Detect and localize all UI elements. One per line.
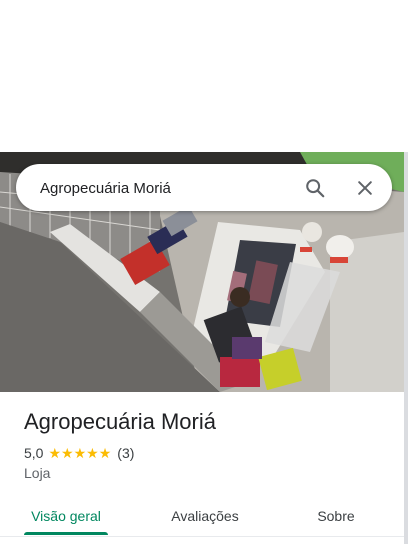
star-icon: ★	[61, 445, 74, 461]
search-button[interactable]	[302, 175, 328, 201]
place-tabs: Visão geral Avaliações Sobre	[0, 495, 404, 537]
rating-value: 5,0	[24, 445, 44, 461]
star-icon: ★	[86, 445, 99, 461]
place-title: Agropecuária Moriá	[24, 409, 216, 434]
tab-about[interactable]: Sobre	[296, 495, 376, 537]
tab-overview[interactable]: Visão geral	[24, 495, 108, 537]
rating-row: 5,0 ★ ★ ★ ★ ★ (3)	[24, 444, 134, 462]
active-tab-indicator	[24, 532, 108, 535]
star-icon: ★	[48, 445, 62, 461]
search-input[interactable]	[40, 176, 290, 200]
panel-scrollbar[interactable]	[404, 152, 408, 544]
star-icon: ★	[98, 445, 112, 461]
close-icon	[358, 181, 372, 195]
tab-reviews[interactable]: Avaliações	[150, 495, 260, 537]
place-category: Loja	[24, 465, 51, 481]
clear-search-button[interactable]	[352, 175, 378, 201]
star-rating: ★ ★ ★ ★ ★	[48, 446, 111, 460]
search-icon	[306, 179, 325, 198]
review-count-link[interactable]: (3)	[117, 445, 134, 461]
star-icon: ★	[73, 445, 87, 461]
map-blank-area	[0, 0, 408, 152]
search-box[interactable]	[16, 164, 392, 211]
